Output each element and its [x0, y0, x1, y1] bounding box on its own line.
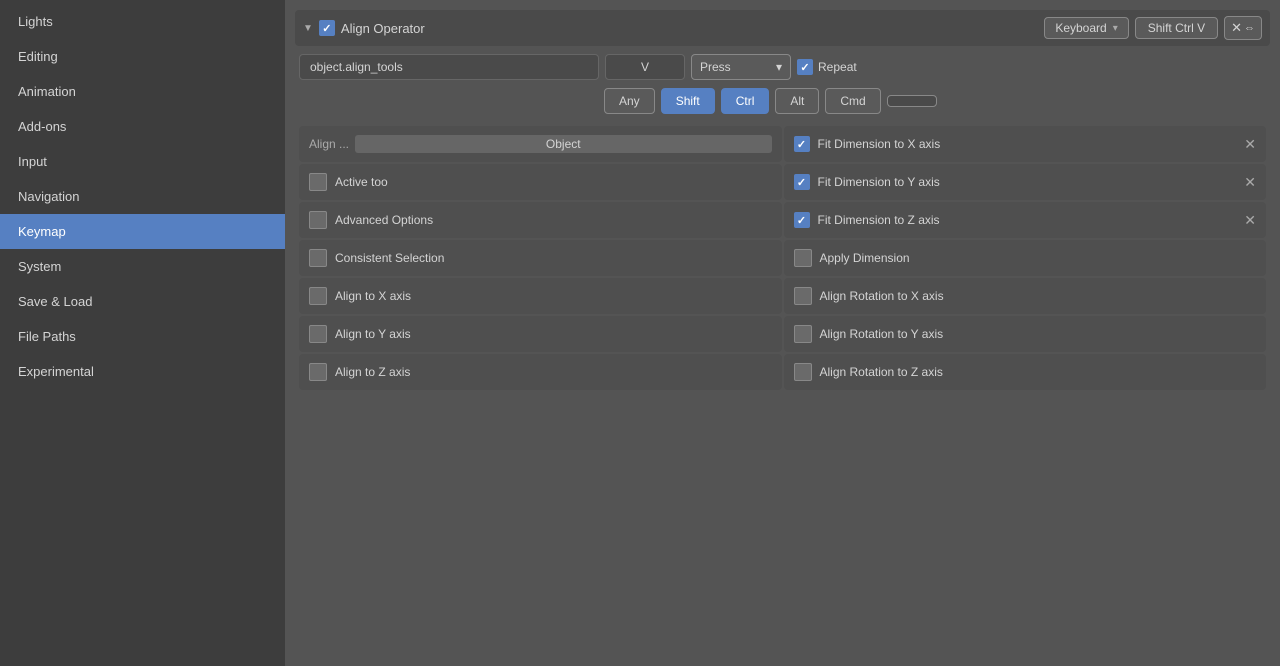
operator-id-input[interactable] [299, 54, 599, 80]
fit-dim-z-label: Fit Dimension to Z axis [818, 213, 940, 227]
event-type-dropdown[interactable]: Press ▾ [691, 54, 791, 80]
align-rot-y-label: Align Rotation to Y axis [820, 327, 944, 341]
align-rot-z-label: Align Rotation to Z axis [820, 365, 943, 379]
align-x-label: Align to X axis [335, 289, 411, 303]
fit-dim-y-label: Fit Dimension to Y axis [818, 175, 940, 189]
align-rot-z-checkbox[interactable] [794, 363, 812, 381]
active-too-option[interactable]: Active too [299, 164, 782, 200]
ctrl-modifier-btn[interactable]: Ctrl [721, 88, 770, 114]
keybind-row: Press ▾ Repeat [295, 54, 1270, 80]
cmd-modifier-btn[interactable]: Cmd [825, 88, 880, 114]
apply-dimension-option[interactable]: Apply Dimension [784, 240, 1267, 276]
main-content: ▼ Align Operator Keyboard ▾ Shift Ctrl V… [285, 0, 1280, 666]
key-input[interactable] [605, 54, 685, 80]
align-y-checkbox[interactable] [309, 325, 327, 343]
operator-label: Align Operator [341, 21, 1038, 36]
repeat-row: Repeat [797, 59, 857, 75]
apply-dimension-checkbox[interactable] [794, 249, 812, 267]
fit-dim-z-option[interactable]: Fit Dimension to Z axis ✕ [784, 202, 1267, 238]
operator-icon-sym: ⇔ [1244, 22, 1255, 34]
align-rot-x-checkbox[interactable] [794, 287, 812, 305]
advanced-options-label: Advanced Options [335, 213, 433, 227]
extra-modifier-btn[interactable] [887, 95, 937, 107]
sidebar-item-filepaths[interactable]: File Paths [0, 319, 285, 354]
align-x-option[interactable]: Align to X axis [299, 278, 782, 314]
fit-dim-x-close-icon[interactable]: ✕ [1244, 136, 1256, 153]
consistent-selection-checkbox[interactable] [309, 249, 327, 267]
fit-dim-y-close-icon[interactable]: ✕ [1244, 174, 1256, 191]
align-z-checkbox[interactable] [309, 363, 327, 381]
align-y-option[interactable]: Align to Y axis [299, 316, 782, 352]
repeat-checkbox[interactable] [797, 59, 813, 75]
align-rot-z-option[interactable]: Align Rotation to Z axis [784, 354, 1267, 390]
options-grid: Align ... Object Fit Dimension to X axis… [295, 126, 1270, 390]
active-too-label: Active too [335, 175, 388, 189]
repeat-label: Repeat [818, 60, 857, 74]
align-value: Object [355, 135, 771, 153]
type-dropdown-arrow-icon: ▾ [776, 60, 782, 74]
fit-dim-z-close-icon[interactable]: ✕ [1244, 212, 1256, 229]
sidebar-item-lights[interactable]: Lights [0, 4, 285, 39]
fit-dim-y-checkbox[interactable] [794, 174, 810, 190]
keyboard-type-dropdown[interactable]: Keyboard ▾ [1044, 17, 1128, 39]
align-y-label: Align to Y axis [335, 327, 411, 341]
active-too-checkbox[interactable] [309, 173, 327, 191]
any-modifier-btn[interactable]: Any [604, 88, 655, 114]
align-z-label: Align to Z axis [335, 365, 410, 379]
align-rot-x-option[interactable]: Align Rotation to X axis [784, 278, 1267, 314]
advanced-options-option[interactable]: Advanced Options [299, 202, 782, 238]
sidebar: Lights Editing Animation Add-ons Input N… [0, 0, 285, 666]
modifiers-row: Any Shift Ctrl Alt Cmd [600, 88, 1270, 114]
fit-dim-x-checkbox[interactable] [794, 136, 810, 152]
dropdown-arrow-icon: ▾ [1113, 23, 1118, 34]
fit-dim-x-option[interactable]: Fit Dimension to X axis ✕ [784, 126, 1267, 162]
expand-icon[interactable]: ▼ [303, 23, 313, 34]
sidebar-item-addons[interactable]: Add-ons [0, 109, 285, 144]
align-rot-y-option[interactable]: Align Rotation to Y axis [784, 316, 1267, 352]
shortcut-display[interactable]: Shift Ctrl V [1135, 17, 1218, 39]
align-object-option[interactable]: Align ... Object [299, 126, 782, 162]
alt-modifier-btn[interactable]: Alt [775, 88, 819, 114]
sidebar-item-keymap[interactable]: Keymap [0, 214, 285, 249]
sidebar-item-input[interactable]: Input [0, 144, 285, 179]
align-x-checkbox[interactable] [309, 287, 327, 305]
align-rot-x-label: Align Rotation to X axis [820, 289, 944, 303]
align-z-option[interactable]: Align to Z axis [299, 354, 782, 390]
sidebar-item-animation[interactable]: Animation [0, 74, 285, 109]
shift-modifier-btn[interactable]: Shift [661, 88, 715, 114]
sidebar-item-editing[interactable]: Editing [0, 39, 285, 74]
sidebar-item-system[interactable]: System [0, 249, 285, 284]
align-prefix: Align ... [309, 137, 349, 151]
operator-close-button[interactable]: ✕ ⇔ [1224, 16, 1262, 40]
close-icon: ✕ [1231, 20, 1242, 36]
operator-enabled-checkbox[interactable] [319, 20, 335, 36]
apply-dimension-label: Apply Dimension [820, 251, 910, 265]
advanced-options-checkbox[interactable] [309, 211, 327, 229]
fit-dim-z-checkbox[interactable] [794, 212, 810, 228]
fit-dim-x-label: Fit Dimension to X axis [818, 137, 941, 151]
sidebar-item-saveload[interactable]: Save & Load [0, 284, 285, 319]
consistent-selection-option[interactable]: Consistent Selection [299, 240, 782, 276]
operator-row: ▼ Align Operator Keyboard ▾ Shift Ctrl V… [295, 10, 1270, 46]
consistent-selection-label: Consistent Selection [335, 251, 444, 265]
fit-dim-y-option[interactable]: Fit Dimension to Y axis ✕ [784, 164, 1267, 200]
sidebar-item-navigation[interactable]: Navigation [0, 179, 285, 214]
sidebar-item-experimental[interactable]: Experimental [0, 354, 285, 389]
align-rot-y-checkbox[interactable] [794, 325, 812, 343]
